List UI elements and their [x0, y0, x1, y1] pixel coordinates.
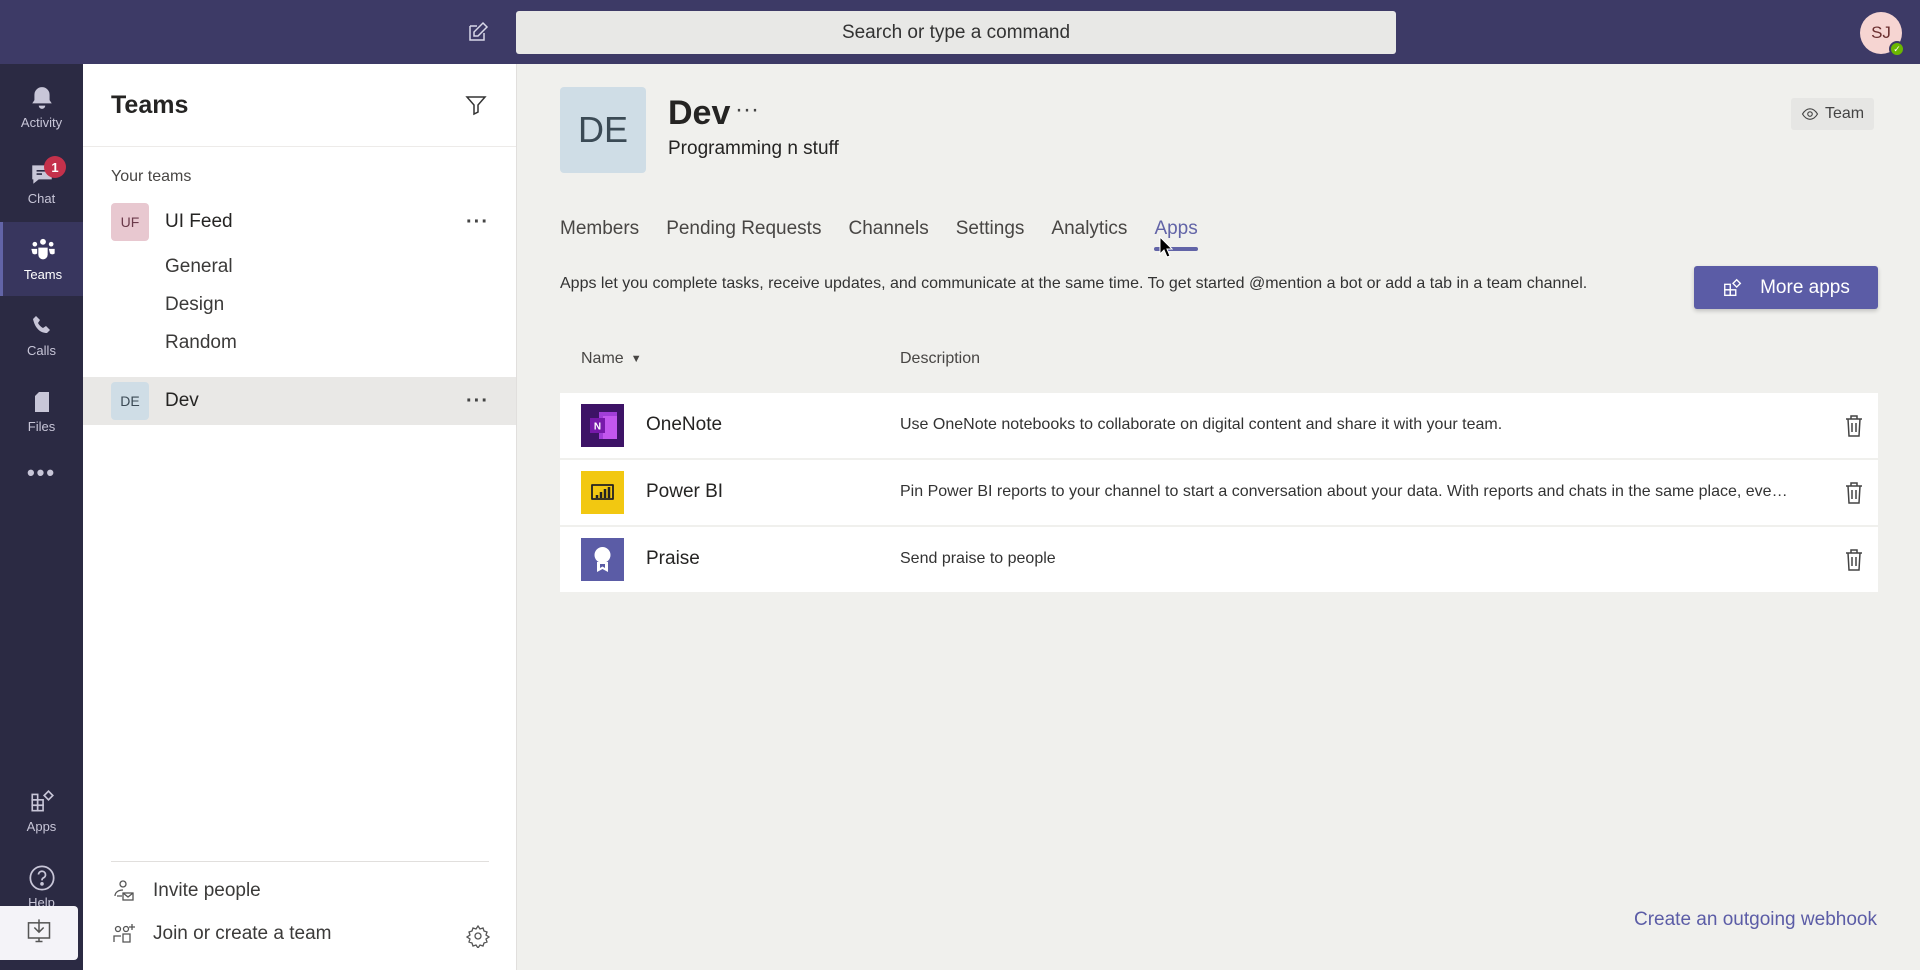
team-name: UI Feed [165, 211, 233, 232]
main-content: DE Dev ··· Programming n stuff Team Memb… [517, 64, 1920, 970]
column-header-description: Description [900, 350, 981, 367]
sort-down-icon: ▼ [630, 353, 642, 365]
trash-icon[interactable] [1843, 481, 1865, 505]
team-item-dev[interactable]: DE Dev ··· [83, 377, 516, 425]
more-options-icon[interactable]: ··· [466, 211, 489, 234]
divider [111, 861, 489, 862]
more-options-icon[interactable]: ··· [466, 390, 489, 413]
team-visibility-label: Team [1825, 105, 1865, 122]
rail-label: Chat [27, 191, 56, 206]
search-input[interactable]: Search or type a command [516, 11, 1396, 54]
app-row[interactable]: N OneNote Use OneNote notebooks to colla… [560, 393, 1878, 458]
column-header-name[interactable]: Name ▼ [581, 350, 642, 368]
tab-channels[interactable]: Channels [848, 218, 928, 248]
team-avatar: UF [111, 203, 149, 241]
rail-item-more[interactable]: ••• [0, 444, 83, 504]
team-avatar: DE [111, 382, 149, 420]
powerbi-icon [581, 471, 624, 514]
app-name: OneNote [646, 414, 723, 435]
rail-label: Files [27, 419, 56, 434]
more-apps-label: More apps [1760, 276, 1850, 298]
app-description: Use OneNote notebooks to collaborate on … [900, 416, 1503, 433]
app-name: Praise [646, 548, 700, 569]
chat-badge: 1 [44, 156, 66, 178]
channel-item-random[interactable]: Random [165, 332, 237, 354]
rail-item-activity[interactable]: Activity [0, 70, 83, 144]
tab-analytics[interactable]: Analytics [1051, 218, 1127, 248]
gear-icon[interactable] [465, 924, 491, 950]
user-initials: SJ [1871, 23, 1891, 42]
help-icon [28, 864, 56, 892]
join-create-team-button[interactable]: Join or create a team [111, 922, 331, 946]
app-row[interactable]: Power BI Pin Power BI reports to your ch… [560, 460, 1878, 525]
invite-people-button[interactable]: Invite people [111, 879, 261, 903]
apps-icon [28, 788, 56, 816]
team-more-options-icon[interactable]: ··· [735, 96, 759, 124]
team-title: Dev [668, 94, 731, 132]
app-description: Send praise to people [900, 550, 1056, 567]
join-team-icon [111, 922, 141, 946]
column-header-name-label: Name [581, 350, 624, 367]
apps-intro-text: Apps let you complete tasks, receive upd… [560, 275, 1588, 292]
channel-item-design[interactable]: Design [165, 294, 224, 316]
teams-panel: Teams Your teams UF UI Feed ··· General … [83, 64, 517, 970]
filter-icon[interactable] [464, 93, 488, 117]
teams-title: Teams [111, 90, 189, 119]
team-tabs: Members Pending Requests Channels Settin… [560, 218, 1225, 251]
praise-icon [581, 538, 624, 581]
team-description: Programming n stuff [668, 138, 839, 159]
phone-icon [28, 312, 56, 340]
trash-icon[interactable] [1843, 414, 1865, 438]
more-apps-button[interactable]: More apps [1694, 266, 1878, 309]
rail-label: Activity [20, 115, 63, 130]
trash-icon[interactable] [1843, 548, 1865, 572]
rail-label: Teams [23, 267, 63, 282]
team-avatar-large: DE [560, 87, 646, 173]
rail-item-chat[interactable]: Chat 1 [0, 146, 83, 220]
onenote-icon: N [581, 404, 624, 447]
channel-item-general[interactable]: General [165, 256, 233, 278]
teams-header: Teams [83, 64, 516, 147]
rail-label: Apps [26, 819, 57, 834]
file-icon [28, 388, 56, 416]
download-icon [25, 917, 53, 950]
rail-item-apps[interactable]: Apps [0, 774, 83, 848]
mouse-cursor-icon [1159, 235, 1174, 258]
rail-label: Calls [27, 343, 56, 358]
presence-available-icon: ✓ [1889, 41, 1905, 57]
compose-icon[interactable] [466, 20, 490, 44]
more-icon: ••• [26, 459, 57, 485]
bell-icon [28, 84, 56, 112]
join-team-label: Join or create a team [153, 923, 332, 944]
apps-icon [1722, 277, 1744, 299]
tab-pending-requests[interactable]: Pending Requests [666, 218, 821, 248]
rail-item-calls[interactable]: Calls [0, 298, 83, 372]
teams-icon [29, 236, 57, 264]
app-name: Power BI [646, 481, 724, 502]
section-label: Your teams [111, 168, 192, 185]
team-name: Dev [165, 390, 199, 411]
rail-item-teams[interactable]: Teams [0, 222, 83, 296]
eye-icon [1801, 105, 1819, 123]
team-visibility-badge[interactable]: Team [1791, 98, 1875, 130]
team-item-ui-feed[interactable]: UF UI Feed ··· [83, 198, 516, 246]
app-bar: Activity Chat 1 Teams Calls Files ••• Ap… [0, 64, 83, 970]
invite-people-label: Invite people [153, 880, 261, 901]
app-description: Pin Power BI reports to your channel to … [900, 483, 1790, 500]
create-webhook-link[interactable]: Create an outgoing webhook [1634, 909, 1877, 931]
user-avatar[interactable]: SJ ✓ [1860, 12, 1905, 57]
title-bar: Search or type a command SJ ✓ [0, 0, 1920, 64]
tab-members[interactable]: Members [560, 218, 639, 248]
invite-people-icon [111, 879, 141, 903]
svg-text:N: N [594, 422, 601, 433]
app-row[interactable]: Praise Send praise to people [560, 527, 1878, 592]
rail-item-files[interactable]: Files [0, 374, 83, 448]
tab-settings[interactable]: Settings [956, 218, 1025, 248]
download-app-button[interactable] [0, 906, 78, 960]
